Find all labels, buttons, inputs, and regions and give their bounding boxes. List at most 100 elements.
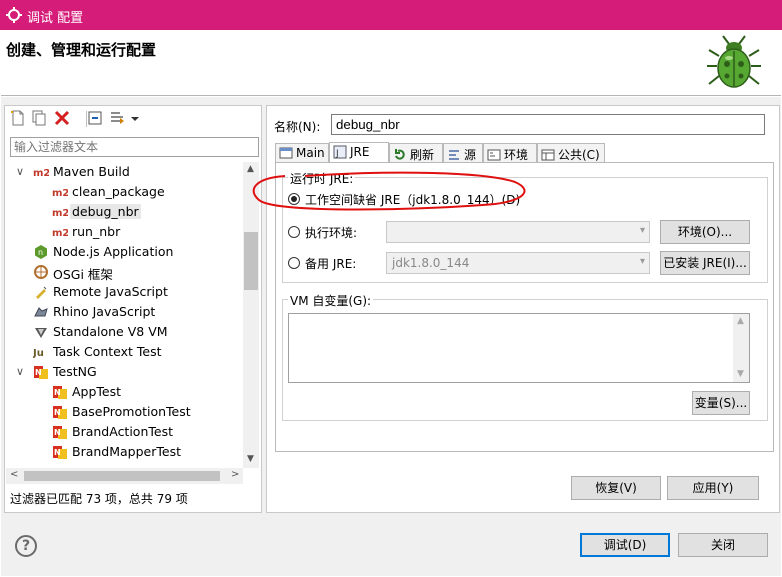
- filter-input[interactable]: [10, 137, 259, 157]
- alt-jre-label: 备用 JRE:: [305, 257, 357, 271]
- tree-item[interactable]: n Node.js Application: [6, 242, 244, 262]
- svg-text:Ju: Ju: [33, 348, 44, 359]
- tree-item-label: debug_nbr: [70, 204, 141, 219]
- svg-text:J: J: [335, 149, 339, 159]
- gear-icon: [6, 7, 22, 23]
- tree-item-label: Standalone V8 VM: [53, 324, 168, 339]
- tree-horizontal-scrollbar[interactable]: < >: [6, 468, 243, 484]
- osgi-icon: [34, 265, 48, 279]
- scroll-down-icon[interactable]: ▼: [737, 369, 744, 379]
- svg-text:N: N: [54, 428, 61, 437]
- title-bar: 调试 配置: [0, 0, 782, 30]
- tree-item[interactable]: N AppTest: [6, 382, 244, 402]
- tree-item-label: Maven Build: [53, 164, 130, 179]
- window-title: 调试 配置: [27, 11, 84, 26]
- scroll-left-icon[interactable]: <: [10, 469, 18, 480]
- exec-env-label: 执行环境:: [305, 226, 358, 240]
- tab-environment[interactable]: 环境: [483, 143, 537, 163]
- testng-icon: N: [53, 446, 67, 459]
- tree-item[interactable]: Remote JavaScript: [6, 282, 244, 302]
- tab-refresh[interactable]: 刷新: [389, 143, 443, 163]
- name-label: 名称(N):: [274, 120, 321, 134]
- scroll-thumb[interactable]: [24, 471, 220, 481]
- tree-item[interactable]: m2 run_nbr: [6, 222, 244, 242]
- testng-icon: N: [53, 386, 67, 399]
- vm-args-label: VM 自变量(G):: [288, 292, 374, 309]
- variables-button[interactable]: 变量(S)...: [692, 391, 750, 415]
- exec-env-select[interactable]: ▾: [386, 221, 650, 243]
- tab-label: 刷新: [410, 148, 435, 162]
- dialog-footer: ? 调试(D) 关闭: [1, 519, 781, 576]
- tree-item[interactable]: ∨ N TestNG: [6, 362, 244, 382]
- scroll-down-icon[interactable]: ▼: [247, 454, 254, 464]
- revert-button[interactable]: 恢复(V): [571, 476, 661, 500]
- config-list-pane: ∨m2Maven Buildm2clean_packagem2debug_nbr…: [4, 105, 262, 513]
- help-icon[interactable]: ?: [15, 535, 37, 557]
- tree-item-label: AppTest: [72, 384, 122, 399]
- tab-main[interactable]: Main: [275, 143, 329, 163]
- new-config-icon[interactable]: [9, 109, 27, 127]
- dropdown-arrow-icon[interactable]: [130, 109, 140, 127]
- tree-item[interactable]: ∨ m2 Maven Build: [6, 162, 244, 182]
- tree-item[interactable]: N BasePromotionTest: [6, 402, 244, 422]
- source-tab-icon: [449, 150, 459, 160]
- scroll-right-icon[interactable]: >: [231, 469, 239, 480]
- rhino-icon: [34, 307, 48, 317]
- apply-button[interactable]: 应用(Y): [667, 476, 759, 500]
- environments-button[interactable]: 环境(O)...: [660, 220, 750, 244]
- tab-common[interactable]: 公共(C): [537, 143, 605, 163]
- refresh-tab-icon: [395, 149, 405, 160]
- close-button[interactable]: 关闭: [678, 533, 768, 557]
- svg-text:N: N: [35, 368, 42, 377]
- tree-item[interactable]: N BrandMapperTest: [6, 442, 244, 462]
- maven-icon: m2: [52, 208, 68, 219]
- chevron-down-icon: ▾: [639, 225, 645, 236]
- name-field[interactable]: [331, 114, 765, 135]
- exec-env-radio[interactable]: [288, 226, 300, 238]
- filter-icon[interactable]: [109, 109, 127, 127]
- delete-icon[interactable]: [53, 109, 71, 127]
- tree-item[interactable]: N BrandActionTest: [6, 422, 244, 442]
- tree-item-label: BrandMapperTest: [72, 444, 181, 459]
- tree-item-label: clean_package: [72, 184, 165, 199]
- duplicate-icon[interactable]: [30, 109, 48, 127]
- tab-source[interactable]: 源: [443, 143, 483, 163]
- tree-item[interactable]: OSGi 框架: [6, 262, 244, 282]
- filter-status: 过滤器已匹配 73 项，总共 79 项: [10, 492, 188, 506]
- dialog-title: 创建、管理和运行配置: [6, 41, 157, 59]
- tree-item-label: Remote JavaScript: [53, 284, 168, 299]
- alt-jre-radio[interactable]: [288, 257, 300, 269]
- tree-item-label: run_nbr: [72, 224, 121, 239]
- jre-tab-icon: J: [333, 145, 347, 159]
- environment-tab-icon: [487, 149, 501, 161]
- red-annotation-circle: [252, 171, 526, 211]
- tab-label: 公共(C): [558, 148, 600, 162]
- alt-jre-select[interactable]: jdk1.8.0_144 ▾: [386, 252, 650, 274]
- tree-item[interactable]: Rhino JavaScript: [6, 302, 244, 322]
- tree-item[interactable]: Ju Task Context Test: [6, 342, 244, 362]
- expand-arrow-icon[interactable]: ∨: [16, 365, 24, 378]
- expand-arrow-icon[interactable]: ∨: [16, 165, 24, 178]
- svg-text:N: N: [54, 408, 61, 417]
- tab-jre[interactable]: J JRE: [329, 142, 389, 163]
- tree-item[interactable]: Standalone V8 VM: [6, 322, 244, 342]
- collapse-all-icon[interactable]: [86, 109, 104, 127]
- remote-js-icon: [36, 286, 47, 299]
- common-tab-icon: [541, 149, 555, 161]
- textarea-scrollbar[interactable]: ▲ ▼: [733, 314, 749, 382]
- tree-item-label: BrandActionTest: [72, 424, 173, 439]
- config-editor-pane: 名称(N): Main JJRE 刷新 源 环境 公共(C) 运行时 JRE: …: [252, 105, 780, 513]
- tree-item[interactable]: m2 debug_nbr: [6, 202, 244, 222]
- tab-label: 环境: [504, 148, 529, 162]
- vm-args-textarea[interactable]: ▲ ▼: [288, 313, 750, 383]
- config-tree: ∨ m2 Maven Build m2 clean_package m2 debug_nbr…: [6, 162, 244, 468]
- tree-item[interactable]: m2 clean_package: [6, 182, 244, 202]
- scroll-up-icon[interactable]: ▲: [737, 316, 744, 326]
- bug-icon: [707, 35, 761, 88]
- scroll-thumb[interactable]: [244, 232, 258, 290]
- debug-button[interactable]: 调试(D): [580, 533, 670, 557]
- installed-jres-button[interactable]: 已安装 JRE(I)...: [660, 251, 750, 275]
- tree-item-label: Rhino JavaScript: [53, 304, 156, 319]
- tree-item-label: TestNG: [53, 364, 97, 379]
- tree-item-label: OSGi 框架: [53, 267, 113, 282]
